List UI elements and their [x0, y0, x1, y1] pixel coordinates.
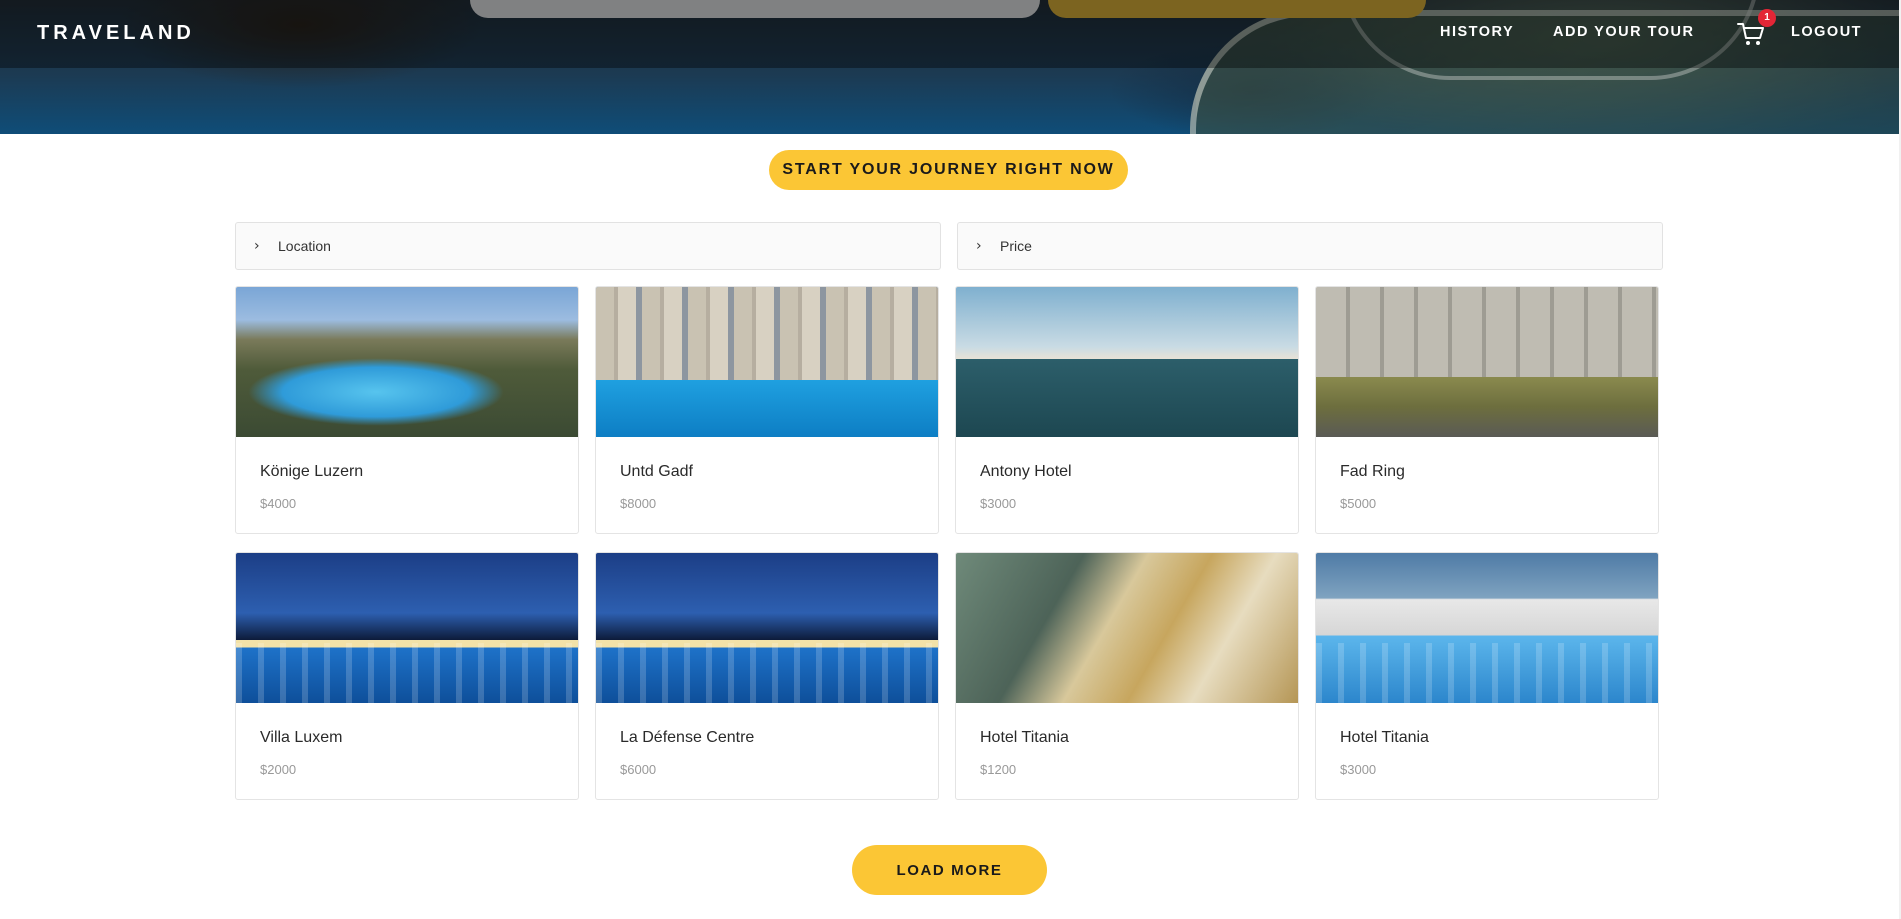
chevron-right-icon: › [254, 238, 260, 254]
chevron-right-icon: › [976, 238, 982, 254]
listing-card[interactable]: Untd Gadf $8000 [595, 286, 939, 534]
listing-price: $3000 [980, 496, 1017, 511]
filter-price[interactable]: › Price [957, 222, 1663, 270]
listing-title: Könige Luzern [260, 463, 364, 480]
listing-image [596, 287, 938, 437]
nav-add-your-tour[interactable]: ADD YOUR TOUR [1553, 24, 1694, 40]
listing-card[interactable]: Fad Ring $5000 [1315, 286, 1659, 534]
listing-title: Antony Hotel [980, 463, 1072, 480]
listing-price: $5000 [1340, 496, 1377, 511]
navbar: TRAVELAND HISTORY ADD YOUR TOUR 1 LOGOUT [0, 0, 1901, 68]
nav-logout[interactable]: LOGOUT [1791, 24, 1862, 40]
listing-card[interactable]: La Défense Centre $6000 [595, 552, 939, 800]
listing-image [236, 287, 578, 437]
listing-price: $8000 [620, 496, 657, 511]
listing-card[interactable]: Hotel Titania $1200 [955, 552, 1299, 800]
load-more-button[interactable]: LOAD MORE [852, 845, 1047, 895]
listing-card[interactable]: Antony Hotel $3000 [955, 286, 1299, 534]
search-input[interactable] [470, 0, 1040, 18]
nav-history[interactable]: HISTORY [1440, 24, 1514, 40]
listing-title: Villa Luxem [260, 729, 343, 746]
listing-title: La Défense Centre [620, 729, 755, 746]
listing-price: $1200 [980, 762, 1017, 777]
listing-image [956, 553, 1298, 703]
listing-card[interactable]: Villa Luxem $2000 [235, 552, 579, 800]
listing-price: $3000 [1340, 762, 1377, 777]
listing-image [1316, 553, 1658, 703]
listing-title: Fad Ring [1340, 463, 1405, 480]
listing-price: $4000 [260, 496, 297, 511]
hero-banner: TRAVELAND HISTORY ADD YOUR TOUR 1 LOGOUT [0, 0, 1901, 134]
listing-image [1316, 287, 1658, 437]
filter-price-label: Price [1000, 238, 1032, 254]
listing-title: Hotel Titania [980, 729, 1069, 746]
listing-image [956, 287, 1298, 437]
start-journey-button[interactable]: START YOUR JOURNEY RIGHT NOW [769, 150, 1128, 190]
filter-location[interactable]: › Location [235, 222, 941, 270]
listing-grid: Könige Luzern $4000 Untd Gadf $8000 Anto… [235, 286, 1659, 800]
filter-location-label: Location [278, 238, 331, 254]
listing-image [236, 553, 578, 703]
listing-title: Untd Gadf [620, 463, 693, 480]
listing-price: $6000 [620, 762, 657, 777]
search-button[interactable] [1048, 0, 1426, 18]
cart-count-badge: 1 [1758, 9, 1776, 27]
listing-title: Hotel Titania [1340, 729, 1429, 746]
listing-card[interactable]: Könige Luzern $4000 [235, 286, 579, 534]
listing-card[interactable]: Hotel Titania $3000 [1315, 552, 1659, 800]
brand-logo[interactable]: TRAVELAND [37, 22, 195, 45]
listing-price: $2000 [260, 762, 297, 777]
listing-image [596, 553, 938, 703]
